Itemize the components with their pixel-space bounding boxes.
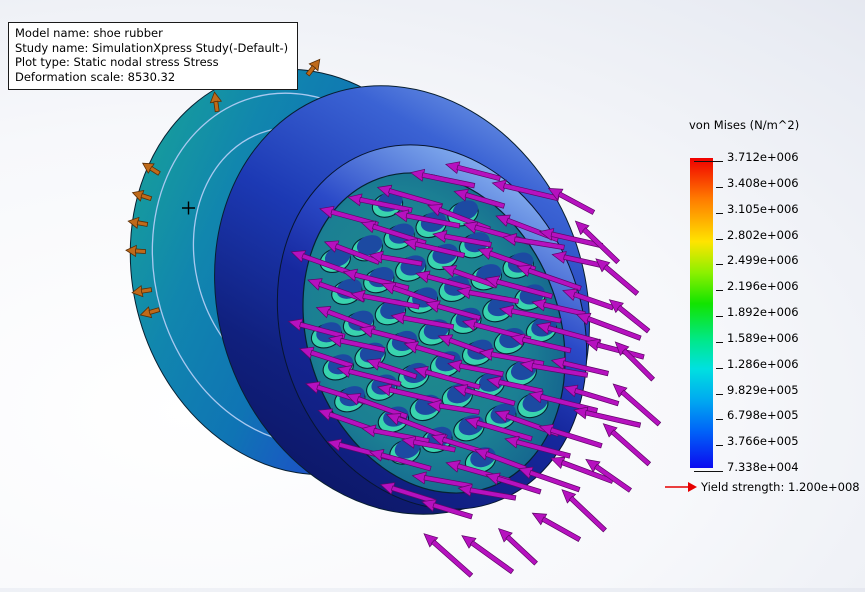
- study-name-line: Study name: SimulationXpress Study(-Defa…: [15, 40, 289, 55]
- legend-scale-value: 3.766e+005: [727, 434, 799, 449]
- legend-scale-row: 1.892e+006: [716, 304, 799, 320]
- legend-scale-row: 1.589e+006: [716, 330, 799, 346]
- legend-tick-mark: [694, 161, 723, 162]
- legend-scale-value: 1.589e+006: [727, 330, 799, 345]
- force-arrow-icon: [602, 423, 652, 467]
- legend-tick-mark: [716, 186, 723, 188]
- legend-scale-row: 3.105e+006: [716, 201, 799, 217]
- legend-scale-row: 3.766e+005: [716, 433, 799, 449]
- legend-scale-value: 1.892e+006: [727, 305, 799, 319]
- legend-tick-mark: [694, 471, 723, 472]
- force-arrow-icon: [561, 489, 607, 533]
- legend-tick-mark: [716, 290, 723, 292]
- legend-scale-row: 7.338e+004: [694, 459, 799, 475]
- legend-tick-mark: [716, 341, 723, 343]
- legend-scale-row: 2.196e+006: [716, 278, 799, 294]
- yield-arrow-icon: [665, 482, 697, 492]
- legend-color-bar: [690, 158, 713, 468]
- legend-scale-row: 2.802e+006: [716, 227, 799, 243]
- yield-strength-row: Yield strength: 1.200e+008: [664, 480, 860, 494]
- legend-tick-mark: [716, 264, 723, 266]
- legend-scale-value: 2.802e+006: [727, 227, 799, 242]
- legend-tick-mark: [716, 419, 723, 421]
- legend-scale-value: 1.286e+006: [727, 356, 799, 371]
- legend-scale-value: 9.829e+005: [727, 382, 799, 397]
- legend-tick-mark: [716, 445, 723, 447]
- legend-tick-mark: [716, 212, 723, 214]
- legend-scale-row: 3.712e+006: [694, 149, 799, 165]
- deformation-scale-line: Deformation scale: 8530.32: [15, 69, 176, 84]
- legend-scale-row: 3.408e+006: [716, 175, 799, 191]
- legend-scale-value: 3.712e+006: [727, 150, 799, 164]
- legend-scale-row: 9.829e+005: [716, 382, 799, 398]
- plot-type-line: Plot type: Static nodal stress Stress: [15, 55, 219, 69]
- yield-strength-label: Yield strength: 1.200e+008: [701, 480, 860, 494]
- legend-scale-value: 3.105e+006: [727, 201, 799, 216]
- legend-tick-mark: [716, 367, 723, 369]
- force-arrow-icon: [531, 512, 582, 543]
- legend-scale-value: 6.798e+005: [727, 408, 799, 423]
- legend-tick-mark: [716, 238, 723, 240]
- legend-scale-value: 7.338e+004: [727, 460, 799, 474]
- plot-info-box: Model name: shoe rubber Study name: Simu…: [8, 22, 299, 90]
- force-arrow-icon: [614, 341, 656, 382]
- model-name-line: Model name: shoe rubber: [15, 26, 163, 40]
- legend-scale-row: 1.286e+006: [716, 356, 799, 372]
- legend-scale-value: 2.499e+006: [727, 253, 799, 268]
- stress-legend: von Mises (N/m^2) 3.712e+006 3.408e+006 3.…: [662, 112, 864, 512]
- legend-tick-mark: [716, 393, 723, 395]
- legend-scale-value: 2.196e+006: [727, 279, 799, 294]
- legend-tick-mark: [716, 316, 723, 317]
- legend-scale-row: 2.499e+006: [716, 252, 799, 268]
- legend-scale-value: 3.408e+006: [727, 175, 799, 190]
- legend-scale-row: 6.798e+005: [716, 407, 799, 423]
- legend-title: von Mises (N/m^2): [689, 118, 800, 132]
